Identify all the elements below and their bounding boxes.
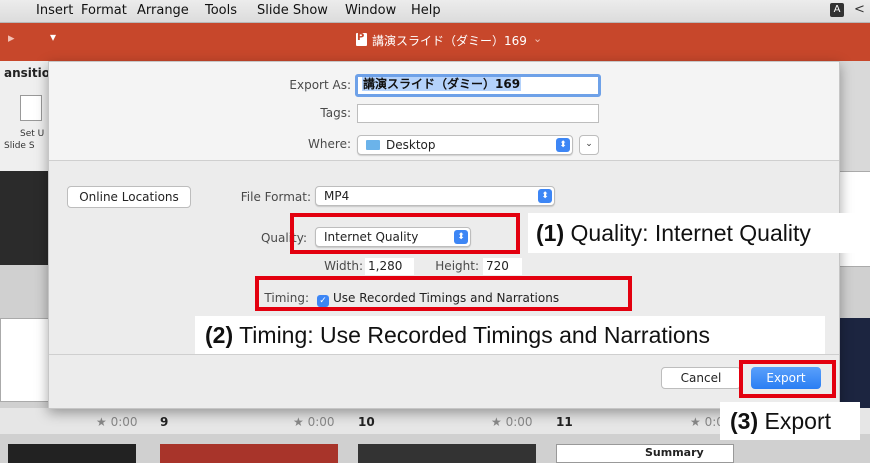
slide-thumbnail[interactable]: Summary (556, 444, 734, 463)
file-format-popup[interactable]: MP4 ⬍ (315, 186, 555, 206)
file-format-label: File Format: (240, 190, 311, 204)
tags-label: Tags: (320, 106, 351, 120)
ribbon-tab-transitions[interactable]: ansitio (4, 66, 50, 80)
file-format-value: MP4 (324, 189, 350, 203)
menu-extra-icon[interactable]: < (854, 2, 865, 17)
where-value: Desktop (386, 138, 436, 152)
quick-access-dropdown-icon[interactable]: ▾ (50, 30, 56, 44)
height-label: Height: (435, 259, 479, 273)
export-highlight-box (739, 360, 836, 398)
where-label: Where: (308, 137, 351, 151)
updown-arrows-icon: ⬍ (538, 189, 552, 203)
slide-thumbnail[interactable] (0, 171, 48, 265)
online-locations-button[interactable]: Online Locations (67, 186, 191, 208)
folder-icon (366, 140, 380, 150)
slide-time: ★ 0:00 (96, 415, 138, 429)
slide-number: 11 (556, 415, 573, 429)
where-popup[interactable]: Desktop ⬍ (357, 135, 573, 155)
powerpoint-doc-icon (356, 32, 367, 46)
menu-window[interactable]: Window (345, 3, 396, 18)
ribbon-left-strip: ansitio Set U Slide S (0, 61, 50, 171)
height-value[interactable]: 720 (483, 258, 522, 275)
slide-time: ★ 0:00 (491, 415, 533, 429)
title-chevron-icon[interactable]: ⌄ (533, 32, 542, 45)
export-dialog-save-section: Export As: 講演スライド（ダミー）169 Tags: Where: D… (49, 62, 839, 161)
menu-tools[interactable]: Tools (205, 3, 237, 18)
document-title: 講演スライド（ダミー）169 (372, 34, 527, 48)
callout-quality-number: (1) (536, 220, 565, 246)
input-source-icon[interactable]: A (830, 3, 844, 17)
chevron-left-icon[interactable]: ▸ (8, 31, 15, 46)
slide-number: 9 (160, 415, 169, 429)
slide-summary-title: Summary (645, 446, 704, 459)
slide-time: ★ 0:0 (690, 415, 724, 429)
callout-export-text: Export (764, 408, 831, 434)
slide-thumbnail[interactable] (358, 444, 536, 463)
slide-size-icon[interactable] (20, 95, 42, 121)
tags-field[interactable] (357, 104, 599, 123)
callout-quality-text: Quality: Internet Quality (570, 220, 811, 246)
width-label: Width: (324, 259, 363, 273)
menu-arrange[interactable]: Arrange (137, 3, 189, 18)
app-title-bar: ▸ ▾ 講演スライド（ダミー）169 ⌄ (0, 23, 870, 61)
menu-help[interactable]: Help (411, 3, 441, 18)
ribbon-button-caption: Set U (20, 129, 45, 139)
callout-timing-text: Timing: Use Recorded Timings and Narrati… (239, 322, 710, 348)
width-value[interactable]: 1,280 (365, 258, 414, 275)
slide-number: 10 (358, 415, 375, 429)
slide-thumbnail[interactable] (8, 444, 136, 463)
cancel-button[interactable]: Cancel (661, 367, 741, 389)
dialog-footer: Cancel Export (49, 354, 839, 409)
timing-highlight-box (255, 276, 632, 311)
export-as-value: 講演スライド（ダミー）169 (362, 77, 522, 91)
slide-time: ★ 0:00 (293, 415, 335, 429)
callout-timing-number: (2) (205, 322, 234, 348)
slide-thumbnail[interactable] (838, 318, 870, 408)
callout-quality: (1) Quality: Internet Quality (528, 213, 864, 253)
menu-bar: Insert Format Arrange Tools Slide Show W… (0, 0, 870, 23)
menu-format[interactable]: Format (81, 3, 127, 18)
export-as-field[interactable]: 講演スライド（ダミー）169 (355, 74, 601, 97)
expand-dialog-button[interactable]: ⌄ (579, 135, 599, 155)
callout-export: (3) Export (720, 402, 860, 440)
updown-arrows-icon: ⬍ (556, 138, 570, 152)
menu-insert[interactable]: Insert (36, 3, 73, 18)
quality-highlight-box (290, 213, 520, 254)
export-as-label: Export As: (289, 78, 351, 92)
callout-export-number: (3) (730, 408, 759, 434)
menu-slide-show[interactable]: Slide Show (257, 3, 328, 18)
callout-timing: (2) Timing: Use Recorded Timings and Nar… (195, 316, 825, 354)
slide-thumbnail[interactable] (160, 444, 338, 463)
slide-thumbnail[interactable] (0, 318, 50, 402)
ribbon-button-caption-2: Slide S (4, 141, 35, 151)
